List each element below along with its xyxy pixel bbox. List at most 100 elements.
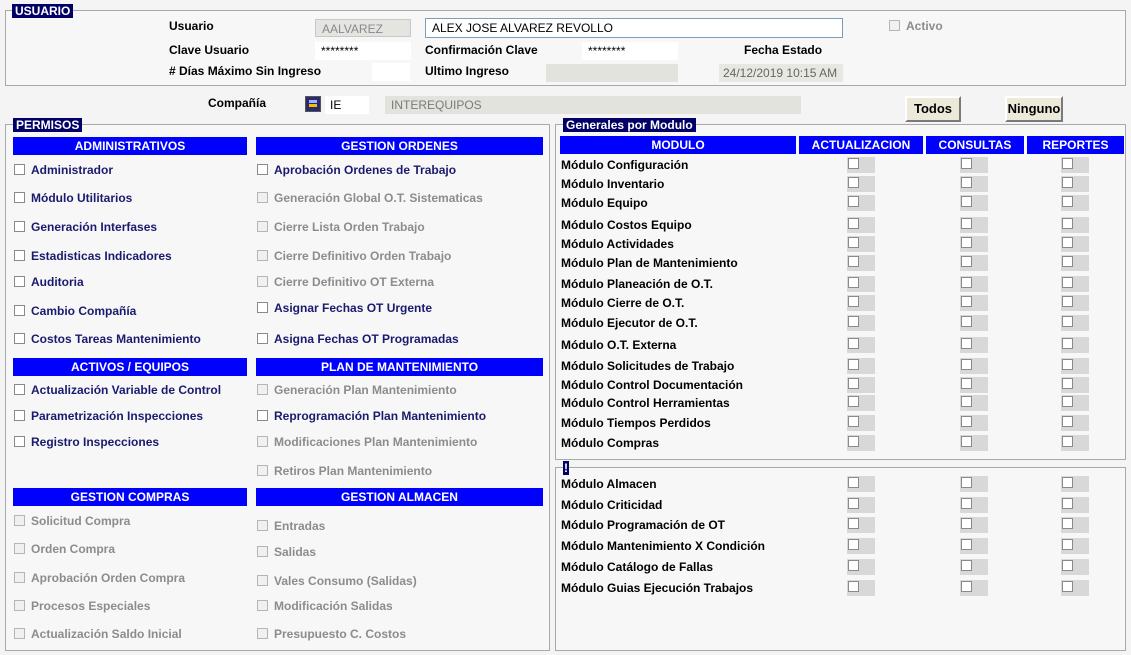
administrativos-item-5-checkbox[interactable] bbox=[14, 305, 25, 316]
confirmacion-field[interactable]: ******** bbox=[582, 42, 678, 60]
plan-item-0-checkbox[interactable] bbox=[257, 384, 268, 395]
module-consultas-checkbox[interactable] bbox=[961, 436, 972, 447]
module-reportes-checkbox[interactable] bbox=[1062, 196, 1073, 207]
plan-item-2-checkbox[interactable] bbox=[257, 436, 268, 447]
module-consultas-checkbox[interactable] bbox=[961, 539, 972, 550]
gestion-ordenes-item-1-checkbox[interactable] bbox=[257, 192, 268, 203]
module-actualizacion-checkbox[interactable] bbox=[848, 218, 859, 229]
module-reportes-checkbox[interactable] bbox=[1062, 177, 1073, 188]
module-reportes-checkbox[interactable] bbox=[1062, 416, 1073, 427]
module-actualizacion-checkbox[interactable] bbox=[848, 316, 859, 327]
module-actualizacion-checkbox[interactable] bbox=[848, 196, 859, 207]
administrativos-item-1-checkbox[interactable] bbox=[14, 192, 25, 203]
module-actualizacion-checkbox[interactable] bbox=[848, 436, 859, 447]
gestion-ordenes-item-6-checkbox[interactable] bbox=[257, 333, 268, 344]
module-actualizacion-checkbox[interactable] bbox=[848, 518, 859, 529]
module-actualizacion-checkbox[interactable] bbox=[848, 539, 859, 550]
almacen-item-1-checkbox[interactable] bbox=[257, 546, 268, 557]
module-actualizacion-checkbox[interactable] bbox=[848, 560, 859, 571]
administrativos-item-6-checkbox[interactable] bbox=[14, 333, 25, 344]
module-reportes-checkbox[interactable] bbox=[1062, 477, 1073, 488]
activo-checkbox[interactable] bbox=[889, 20, 900, 31]
module-reportes-checkbox[interactable] bbox=[1062, 378, 1073, 389]
module-consultas-checkbox[interactable] bbox=[961, 237, 972, 248]
administrativos-item-2-checkbox[interactable] bbox=[14, 221, 25, 232]
usuario-code-field[interactable]: AALVAREZ bbox=[315, 19, 411, 37]
activos-item-2-checkbox[interactable] bbox=[14, 436, 25, 447]
module-consultas-checkbox[interactable] bbox=[961, 560, 972, 571]
compras-item-3-checkbox[interactable] bbox=[14, 600, 25, 611]
module-actualizacion-checkbox[interactable] bbox=[848, 498, 859, 509]
module-actualizacion-checkbox[interactable] bbox=[848, 277, 859, 288]
module-actualizacion-checkbox[interactable] bbox=[848, 581, 859, 592]
module-reportes-checkbox[interactable] bbox=[1062, 539, 1073, 550]
module-consultas-checkbox[interactable] bbox=[961, 396, 972, 407]
module-consultas-checkbox[interactable] bbox=[961, 359, 972, 370]
module-actualizacion-checkbox[interactable] bbox=[848, 338, 859, 349]
module-actualizacion-checkbox[interactable] bbox=[848, 158, 859, 169]
module-actualizacion-checkbox[interactable] bbox=[848, 237, 859, 248]
module-consultas-checkbox[interactable] bbox=[961, 256, 972, 267]
administrativos-item-3-checkbox[interactable] bbox=[14, 250, 25, 261]
gestion-ordenes-item-4-checkbox[interactable] bbox=[257, 276, 268, 287]
module-consultas-checkbox[interactable] bbox=[961, 338, 972, 349]
compras-item-4-checkbox[interactable] bbox=[14, 628, 25, 639]
module-reportes-checkbox[interactable] bbox=[1062, 338, 1073, 349]
module-reportes-checkbox[interactable] bbox=[1062, 518, 1073, 529]
module-actualizacion-checkbox[interactable] bbox=[848, 177, 859, 188]
activos-item-0-checkbox[interactable] bbox=[14, 384, 25, 395]
activos-item-1-checkbox[interactable] bbox=[14, 410, 25, 421]
module-consultas-checkbox[interactable] bbox=[961, 316, 972, 327]
module-reportes-checkbox[interactable] bbox=[1062, 581, 1073, 592]
almacen-item-0-checkbox[interactable] bbox=[257, 520, 268, 531]
compania-code-field[interactable]: IE bbox=[325, 96, 369, 114]
module-consultas-checkbox[interactable] bbox=[961, 196, 972, 207]
module-reportes-checkbox[interactable] bbox=[1062, 359, 1073, 370]
module-consultas-checkbox[interactable] bbox=[961, 277, 972, 288]
compras-item-2-checkbox[interactable] bbox=[14, 572, 25, 583]
module-consultas-checkbox[interactable] bbox=[961, 518, 972, 529]
module-reportes-checkbox[interactable] bbox=[1062, 316, 1073, 327]
todos-button[interactable]: Todos bbox=[905, 96, 961, 122]
module-consultas-checkbox[interactable] bbox=[961, 416, 972, 427]
module-consultas-checkbox[interactable] bbox=[961, 498, 972, 509]
usuario-name-field[interactable]: ALEX JOSE ALVAREZ REVOLLO bbox=[425, 18, 843, 38]
module-actualizacion-checkbox[interactable] bbox=[848, 416, 859, 427]
almacen-item-2-checkbox[interactable] bbox=[257, 575, 268, 586]
module-actualizacion-checkbox[interactable] bbox=[848, 256, 859, 267]
almacen-item-4-checkbox[interactable] bbox=[257, 628, 268, 639]
module-consultas-checkbox[interactable] bbox=[961, 218, 972, 229]
module-consultas-checkbox[interactable] bbox=[961, 158, 972, 169]
gestion-ordenes-item-0-checkbox[interactable] bbox=[257, 164, 268, 175]
gestion-ordenes-item-2-checkbox[interactable] bbox=[257, 221, 268, 232]
administrativos-item-0-checkbox[interactable] bbox=[14, 164, 25, 175]
module-reportes-checkbox[interactable] bbox=[1062, 277, 1073, 288]
module-consultas-checkbox[interactable] bbox=[961, 477, 972, 488]
administrativos-item-4-checkbox[interactable] bbox=[14, 276, 25, 287]
module-reportes-checkbox[interactable] bbox=[1062, 560, 1073, 571]
plan-item-1-checkbox[interactable] bbox=[257, 410, 268, 421]
module-reportes-checkbox[interactable] bbox=[1062, 436, 1073, 447]
module-actualizacion-checkbox[interactable] bbox=[848, 359, 859, 370]
clave-field[interactable]: ******** bbox=[315, 42, 411, 60]
module-reportes-checkbox[interactable] bbox=[1062, 237, 1073, 248]
ninguno-button[interactable]: Ninguno bbox=[1005, 96, 1063, 122]
module-reportes-checkbox[interactable] bbox=[1062, 256, 1073, 267]
module-actualizacion-checkbox[interactable] bbox=[848, 378, 859, 389]
gestion-ordenes-item-5-checkbox[interactable] bbox=[257, 302, 268, 313]
module-actualizacion-checkbox[interactable] bbox=[848, 477, 859, 488]
module-actualizacion-checkbox[interactable] bbox=[848, 296, 859, 307]
gestion-ordenes-item-3-checkbox[interactable] bbox=[257, 250, 268, 261]
compania-lookup-icon[interactable] bbox=[305, 96, 321, 112]
module-consultas-checkbox[interactable] bbox=[961, 581, 972, 592]
plan-item-3-checkbox[interactable] bbox=[257, 465, 268, 476]
module-consultas-checkbox[interactable] bbox=[961, 177, 972, 188]
module-reportes-checkbox[interactable] bbox=[1062, 498, 1073, 509]
compras-item-1-checkbox[interactable] bbox=[14, 543, 25, 554]
compras-item-0-checkbox[interactable] bbox=[14, 515, 25, 526]
module-consultas-checkbox[interactable] bbox=[961, 296, 972, 307]
module-reportes-checkbox[interactable] bbox=[1062, 218, 1073, 229]
almacen-item-3-checkbox[interactable] bbox=[257, 600, 268, 611]
module-reportes-checkbox[interactable] bbox=[1062, 158, 1073, 169]
module-reportes-checkbox[interactable] bbox=[1062, 296, 1073, 307]
